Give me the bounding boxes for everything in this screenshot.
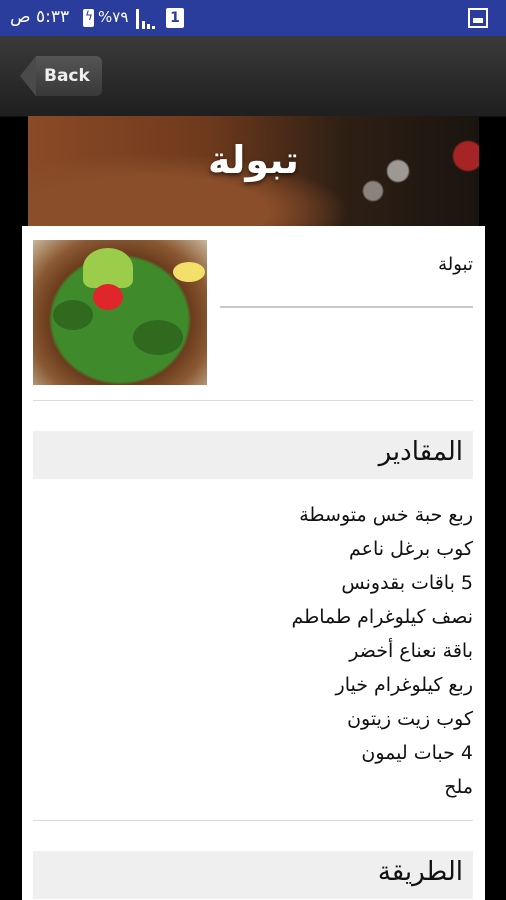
divider <box>33 400 473 401</box>
nav-bar: Back <box>0 36 506 117</box>
dish-name: تبولة <box>438 254 473 275</box>
ingredient-item: نصف كيلوغرام طماطم <box>291 606 473 628</box>
method-title: الطريقة <box>377 857 463 887</box>
ingredient-item: كوب برغل ناعم <box>349 538 473 560</box>
ingredient-item: ملح <box>444 776 473 798</box>
sim-icon: 1 <box>166 8 184 28</box>
signal-icon <box>136 9 158 29</box>
dish-image <box>33 240 207 385</box>
status-time: ٥:٣٣ ص <box>10 7 70 27</box>
back-arrow-icon <box>20 56 36 96</box>
ingredients-list: ربع حبة خس متوسطة كوب برغل ناعم 5 باقات … <box>73 498 473 804</box>
ingredient-item: كوب زيت زيتون <box>347 708 473 730</box>
recipe-content[interactable]: تبولة المقادير ربع حبة خس متوسطة كوب برغ… <box>22 226 485 900</box>
back-button[interactable]: Back <box>20 56 102 96</box>
ingredient-item: باقة نعناع أخضر <box>349 640 473 662</box>
ingredient-item: 5 باقات بقدونس <box>341 572 473 594</box>
method-header: الطريقة <box>33 851 473 899</box>
status-bar: ٥:٣٣ ص %٧٩ 1 <box>0 0 506 36</box>
ingredient-item: 4 حبات ليمون <box>361 742 473 764</box>
ingredient-item: ربع كيلوغرام خيار <box>335 674 473 696</box>
back-button-label: Back <box>36 56 102 96</box>
hero-title: تبولة <box>208 138 299 182</box>
battery-percent: %٧٩ <box>98 8 129 26</box>
divider <box>33 820 473 821</box>
name-underline <box>220 306 473 308</box>
ingredients-title: المقادير <box>378 437 463 467</box>
ingredient-item: ربع حبة خس متوسطة <box>299 504 473 526</box>
battery-charging-icon <box>83 9 94 27</box>
gallery-icon <box>468 8 488 28</box>
hero-banner: تبولة <box>28 116 479 226</box>
ingredients-header: المقادير <box>33 431 473 479</box>
